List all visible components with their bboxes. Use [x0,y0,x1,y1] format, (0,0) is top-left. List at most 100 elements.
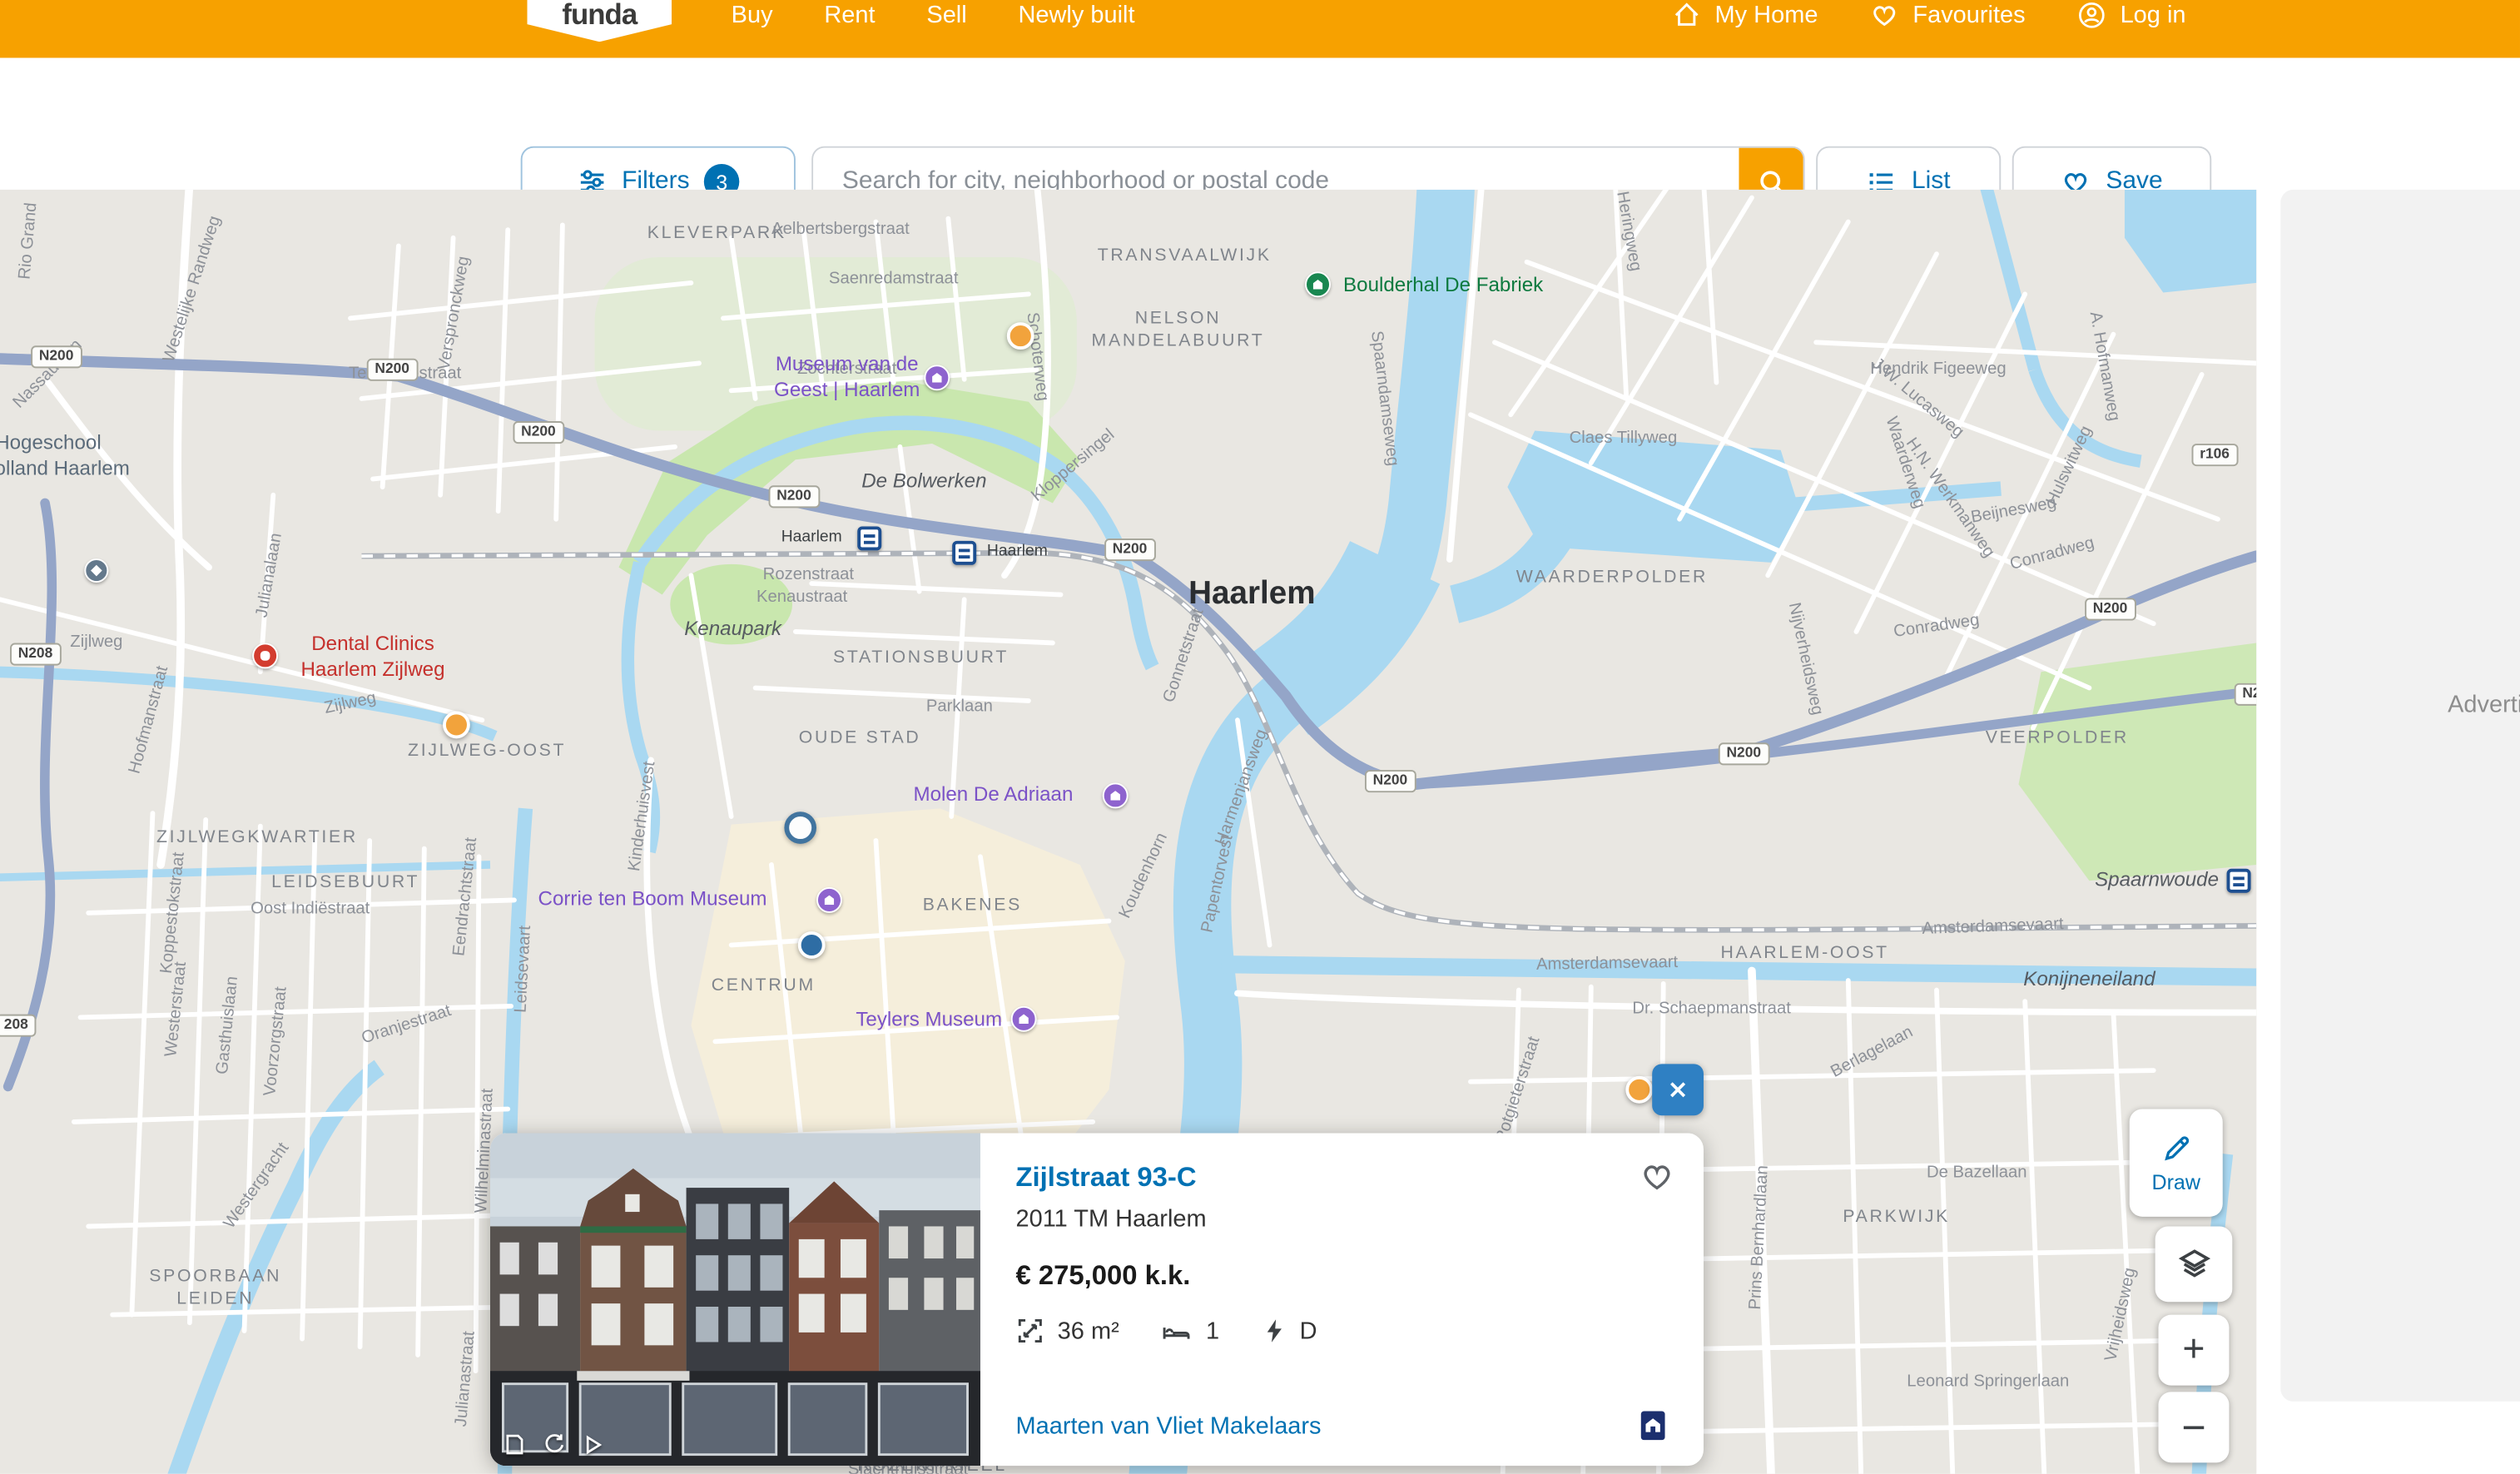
poi-label: Boulderhal De Fabriek [1343,274,1543,299]
road-badge: N200 [367,359,418,381]
street-label: Kloppersingel [1028,425,1119,507]
user-icon [2076,0,2107,30]
funda-logo[interactable]: funda [527,0,672,42]
street-label: Zijlweg [322,688,378,720]
nav-newly-built[interactable]: Newly built [1018,1,1134,28]
ad-label: Advertisement [2448,691,2520,718]
nvm-logo [1641,1412,1665,1441]
nav-sell[interactable]: Sell [926,1,966,28]
property-features: 36 m² 1 D [1015,1317,1668,1346]
favourites-link[interactable]: Favourites [1869,0,2025,30]
street-label: De Bazellaan [1927,1163,2027,1184]
district-label: VEERPOLDER [1986,728,2129,751]
property-address: 2011 TM Haarlem [1015,1205,1668,1233]
property-card: Zijlstraat 93-C 2011 TM Haarlem € 275,00… [490,1133,1704,1466]
station-marker[interactable] [857,526,881,550]
close-card-button[interactable] [1652,1064,1704,1115]
agent-link[interactable]: Maarten van Vliet Makelaars [1015,1412,1321,1440]
place-label: Spaarnwoude [2095,868,2219,893]
city-label: Haarlem [1188,574,1315,614]
listing-marker[interactable] [1007,322,1034,350]
floor-area-icon [1015,1317,1044,1346]
listing-ring-marker[interactable] [784,811,816,844]
listing-marker[interactable] [1625,1076,1653,1104]
street-label: Gasthuislaan [212,975,244,1075]
bed-icon [1161,1317,1193,1346]
street-label: Harmenjansweg [1212,727,1273,848]
street-label: Spaarndamseweg [1365,330,1402,467]
place-label: Kenaupark [684,618,781,643]
property-photo-image [490,1133,980,1466]
museum-marker[interactable] [1011,1006,1037,1032]
museum-marker[interactable] [924,365,950,390]
street-label: Papentorvest [1198,833,1239,935]
compare-icon[interactable] [503,1432,527,1457]
street-label: J.W. Lucasweg [1867,354,1967,443]
school-marker[interactable] [84,558,108,583]
pencil-icon [2159,1132,2193,1166]
toolbar: Filters 3 List Save [0,58,2520,190]
district-label: OUDE STAD [799,728,921,751]
login-link[interactable]: Log in [2076,0,2185,30]
place-label: Konijneneiland [2023,968,2155,993]
museum-marker[interactable] [816,887,842,913]
street-label: H.N. Werkmanweg [1900,434,1998,563]
photo-controls [503,1432,604,1457]
road-badge: N200 [2085,598,2136,620]
street-label: Haarlem [987,543,1048,563]
property-card-body: Zijlstraat 93-C 2011 TM Haarlem € 275,00… [980,1133,1704,1466]
feature-rooms: 1 [1161,1317,1219,1346]
poi-red-marker[interactable] [252,643,278,668]
place-label: De Bolwerken [861,469,986,494]
nav-rent[interactable]: Rent [824,1,875,28]
my-home-link[interactable]: My Home [1671,0,1818,30]
listing-marker[interactable] [443,712,470,739]
poi-label: Teylers Museum [856,1008,1002,1033]
nav-buy[interactable]: Buy [732,1,773,28]
district-label: KLEVERPARK [647,224,786,246]
feature-energy: D [1261,1317,1317,1346]
property-title-link[interactable]: Zijlstraat 93-C [1015,1162,1668,1194]
street-label: Saenredamstraat [829,269,959,290]
street-label: Parklaan [926,697,993,717]
street-label: Conradweg [1892,610,1981,643]
card-heart-icon [1639,1159,1674,1194]
street-label: Verspronckweg [434,255,475,372]
district-label: HAARLEM-OOST [1720,944,1888,966]
street-label: Nassaulaan [9,335,87,414]
station-marker[interactable] [2227,869,2251,893]
district-label: BAKENES [923,896,1022,918]
street-label: Claes Tillyweg [1570,429,1678,449]
museum-marker[interactable] [1103,782,1129,808]
zoom-out-button[interactable]: − [2158,1392,2229,1462]
street-label: Westergracht [220,1139,295,1233]
district-label: WAARDERPOLDER [1516,568,1708,590]
poi-green-marker[interactable] [1305,271,1331,297]
home-icon [1671,0,1702,30]
road-badge: N200 [1719,742,1769,765]
street-label: Prins Bernhardlaan [1745,1165,1773,1311]
road-badge: r106 [2192,444,2238,466]
street-label: Hoofmanstraat [125,664,174,777]
listing-selected-marker[interactable] [798,931,826,959]
property-photo[interactable] [490,1133,980,1466]
street-label: Potgieterstraat [1491,1035,1545,1145]
station-marker[interactable] [952,541,976,565]
street-label: Leonard Springerlaan [1907,1372,2069,1392]
funda-logo-text: funda [562,0,637,31]
road-badge: N200 [1365,770,1416,792]
energy-icon [1261,1317,1287,1346]
layers-button[interactable] [2155,1226,2233,1302]
road-badge: N200 [2235,683,2257,706]
street-label: Kinderhuisvest [625,760,662,872]
feature-area: 36 m² [1015,1317,1119,1346]
poi-label: Dental Clinics Haarlem Zijlweg [300,633,444,682]
street-label: Rio Grand [15,202,42,280]
street-label: Westerstraat [161,960,192,1058]
zoom-in-button[interactable]: + [2158,1315,2229,1386]
draw-button[interactable]: Draw [2130,1109,2223,1216]
favourite-property-button[interactable] [1639,1159,1674,1199]
rotate-icon[interactable] [542,1432,566,1457]
header: funda Buy Rent Sell Newly built My Home … [0,0,2520,58]
play-icon[interactable] [580,1432,604,1457]
